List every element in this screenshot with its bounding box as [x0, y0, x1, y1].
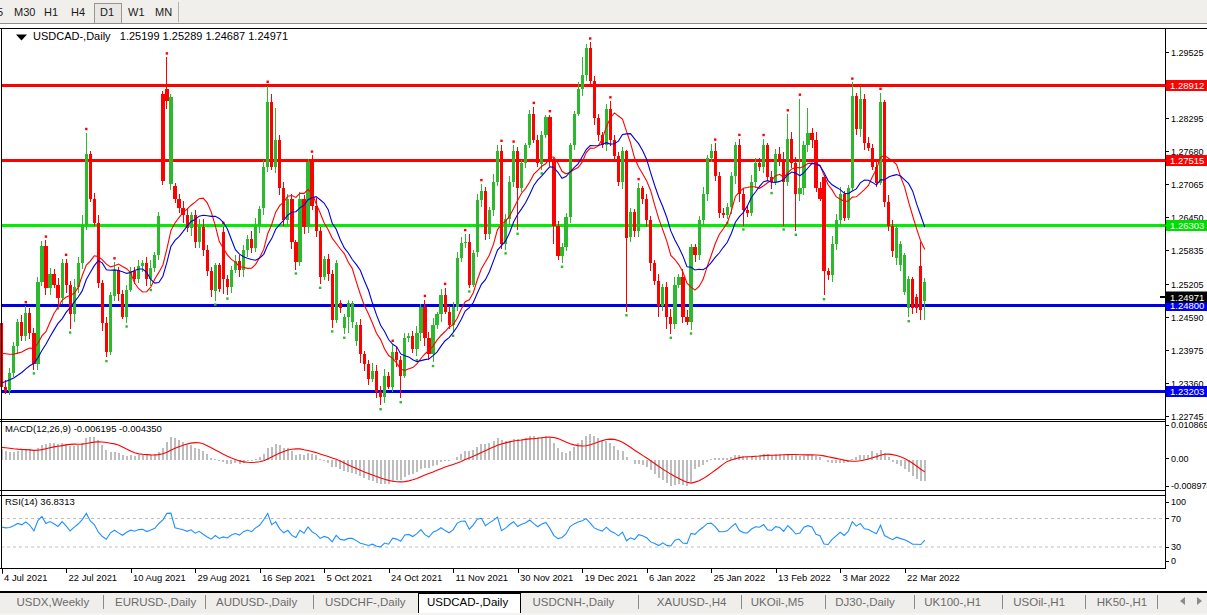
svg-text:6 Jan 2022: 6 Jan 2022 — [649, 572, 695, 583]
svg-text:1.28912: 1.28912 — [1170, 80, 1204, 91]
svg-text:1.27515: 1.27515 — [1170, 155, 1204, 166]
svg-text:22 Mar 2022: 22 Mar 2022 — [907, 572, 960, 583]
svg-text:30 Nov 2021: 30 Nov 2021 — [520, 572, 573, 583]
svg-text:5 Oct 2021: 5 Oct 2021 — [327, 572, 373, 583]
svg-text:-0.008974: -0.008974 — [1171, 481, 1207, 491]
svg-text:29 Aug 2021: 29 Aug 2021 — [198, 572, 251, 583]
svg-text:1.24590: 1.24590 — [1171, 313, 1204, 323]
svg-text:1.23203: 1.23203 — [1170, 386, 1204, 397]
svg-text:1.29525: 1.29525 — [1171, 48, 1204, 58]
svg-text:11 Nov 2021: 11 Nov 2021 — [456, 572, 508, 583]
svg-text:3 Mar 2022: 3 Mar 2022 — [843, 572, 890, 583]
svg-text:30: 30 — [1171, 542, 1181, 552]
svg-text:1.25205: 1.25205 — [1171, 280, 1204, 290]
svg-text:1.27065: 1.27065 — [1171, 180, 1204, 190]
svg-text:24 Oct 2021: 24 Oct 2021 — [391, 572, 442, 583]
svg-text:100: 100 — [1171, 497, 1186, 507]
svg-text:MACD(12,26,9) -0.006195 -0.004: MACD(12,26,9) -0.006195 -0.004350 — [5, 423, 162, 434]
svg-text:1.28295: 1.28295 — [1171, 114, 1204, 124]
svg-text:USDCAD-,Daily 1.25199 1.2528: USDCAD-,Daily 1.25199 1.25289 1.24687 1.… — [33, 30, 288, 42]
svg-text:70: 70 — [1171, 514, 1181, 524]
svg-text:16 Sep 2021: 16 Sep 2021 — [262, 572, 315, 583]
svg-text:RSI(14) 36.8313: RSI(14) 36.8313 — [5, 496, 75, 507]
svg-text:0: 0 — [1171, 556, 1176, 566]
svg-text:0.00: 0.00 — [1171, 454, 1189, 464]
svg-text:10 Aug 2021: 10 Aug 2021 — [133, 572, 186, 583]
svg-text:25 Jan 2022: 25 Jan 2022 — [714, 572, 766, 583]
svg-text:19 Dec 2021: 19 Dec 2021 — [585, 572, 638, 583]
svg-text:22 Jul 2021: 22 Jul 2021 — [69, 572, 117, 583]
svg-text:1.23975: 1.23975 — [1171, 346, 1204, 356]
svg-text:1.24971: 1.24971 — [1170, 292, 1204, 303]
svg-text:4 Jul 2021: 4 Jul 2021 — [4, 572, 47, 583]
svg-text:1.26303: 1.26303 — [1170, 220, 1204, 231]
svg-text:13 Feb 2022: 13 Feb 2022 — [778, 572, 831, 583]
svg-text:0.010869: 0.010869 — [1171, 420, 1207, 430]
svg-text:1.25835: 1.25835 — [1171, 246, 1204, 256]
